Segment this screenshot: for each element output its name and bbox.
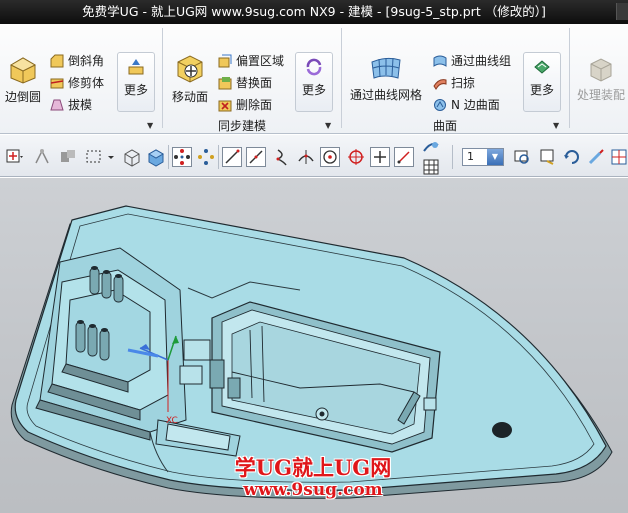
trim-body-icon (50, 78, 64, 88)
chamfer-icon (50, 54, 64, 67)
trim-body-label: 修剪体 (68, 76, 105, 90)
through-curve-mesh-icon (371, 57, 401, 79)
chamfer-label: 倒斜角 (68, 54, 105, 68)
selection-toolbar (0, 135, 628, 177)
view-fit-icon[interactable] (512, 147, 532, 167)
circle-target-icon[interactable] (346, 147, 366, 167)
chevron-down-icon[interactable]: ▼ (487, 149, 503, 165)
delete-face-label: 删除面 (236, 98, 273, 112)
cube-solid-icon[interactable] (146, 147, 166, 167)
surface-more-icon (534, 60, 550, 74)
cube-outline-icon[interactable] (122, 147, 142, 167)
layer-combo-value: 1 (467, 150, 474, 163)
watermark-url: www.9sug.com (243, 480, 383, 500)
toolbar-separator (452, 145, 453, 169)
view-zoom-icon[interactable] (538, 147, 558, 167)
offset-region-label: 偏置区域 (236, 54, 285, 68)
sync-group-expand-icon[interactable]: ▼ (325, 121, 331, 130)
swept-icon (433, 78, 447, 90)
replace-face-button[interactable]: 替换面 (218, 74, 272, 91)
through-curves-icon (433, 55, 447, 67)
move-face-button[interactable]: 移动面 (170, 52, 210, 105)
sync-more-button[interactable]: 更多 (295, 52, 333, 112)
graphics-viewport[interactable]: XC 学UG就上UG网 www.9sug.com (0, 178, 628, 513)
through-curves-button[interactable]: 通过曲线组 (433, 52, 511, 69)
snap-grid-icon[interactable] (196, 147, 216, 167)
edge-blend-icon (9, 57, 37, 84)
swept-button[interactable]: 扫掠 (433, 74, 475, 91)
surface-more-label: 更多 (529, 83, 554, 97)
sync-more-icon (306, 58, 322, 76)
watermark-title: 学UG就上UG网 (234, 455, 392, 480)
through-curve-mesh-button[interactable]: 通过曲线网格 (350, 54, 422, 103)
title-bar: 免费学UG - 就上UG网 www.9sug.com NX9 - 建模 - [9… (0, 0, 628, 24)
curve-icon[interactable] (272, 147, 292, 167)
tangent-icon[interactable] (296, 147, 316, 167)
layout-icon[interactable] (610, 147, 628, 167)
part-nav-icon[interactable] (58, 147, 78, 167)
n-sided-surface-button[interactable]: N 边曲面 (433, 96, 500, 113)
toolbar-separator (168, 145, 169, 169)
snap-points-icon[interactable] (172, 147, 192, 167)
move-face-label: 移动面 (171, 90, 208, 104)
draft-label: 拔模 (68, 98, 93, 112)
circle-center-icon[interactable] (320, 147, 340, 167)
feature-group-expand-icon[interactable]: ▼ (147, 121, 153, 130)
chamfer-button[interactable]: 倒斜角 (50, 52, 104, 69)
offset-region-button[interactable]: 偏置区域 (218, 52, 284, 69)
process-assembly-label: 处理装配 (576, 88, 625, 102)
diag-line-icon[interactable] (246, 147, 266, 167)
feature-more-label: 更多 (123, 83, 148, 97)
process-assembly-icon (590, 58, 612, 82)
plus-point-icon[interactable] (370, 147, 390, 167)
draft-button[interactable]: 拔模 (50, 96, 92, 113)
rotate-icon[interactable] (562, 147, 582, 167)
delete-face-button[interactable]: 删除面 (218, 96, 272, 113)
through-curves-label: 通过曲线组 (451, 54, 512, 68)
surface-more-button[interactable]: 更多 (523, 52, 561, 112)
swept-label: 扫掠 (451, 76, 476, 90)
edge-blend-label: 边倒圆 (4, 90, 41, 104)
rect-select-icon[interactable] (84, 147, 104, 167)
replace-face-label: 替换面 (236, 76, 273, 90)
rect-select-dropdown-icon[interactable] (106, 147, 116, 167)
window-title: 免费学UG - 就上UG网 www.9sug.com NX9 - 建模 - [9… (82, 4, 546, 19)
process-assembly-button[interactable]: 处理装配 (574, 54, 628, 103)
n-sided-surface-label: N 边曲面 (451, 98, 500, 112)
ribbon-separator (341, 28, 342, 128)
axis-label-x: XC (166, 416, 178, 426)
grid-icon[interactable] (423, 159, 439, 175)
n-sided-surface-icon (434, 98, 446, 111)
ribbon-separator (569, 28, 570, 128)
edge-blend-button[interactable]: 边倒圆 (4, 54, 42, 105)
sync-more-label: 更多 (301, 83, 326, 97)
ribbon-separator (162, 28, 163, 128)
draft-icon (50, 99, 64, 110)
through-curve-mesh-label: 通过曲线网格 (350, 88, 423, 102)
trim-body-button[interactable]: 修剪体 (50, 74, 104, 91)
move-face-icon (177, 55, 203, 83)
measure-icon[interactable] (421, 139, 441, 159)
feature-more-button[interactable]: 更多 (117, 52, 155, 112)
surface-group-label: 曲面 (433, 119, 458, 133)
select-filter-icon[interactable] (4, 147, 24, 167)
pen-line-icon[interactable] (394, 147, 414, 167)
surface-group-expand-icon[interactable]: ▼ (553, 121, 559, 130)
offset-region-icon (218, 54, 232, 67)
brush-icon[interactable] (586, 147, 606, 167)
window-control-button[interactable] (616, 3, 628, 20)
delete-face-icon (218, 100, 232, 111)
feature-more-icon (128, 59, 144, 75)
snap-icon[interactable] (32, 147, 52, 167)
sync-group-label: 同步建模 (218, 119, 267, 133)
replace-face-icon (218, 76, 232, 89)
toolbar-separator (218, 145, 219, 169)
layer-combo[interactable]: 1 ▼ (462, 148, 504, 166)
line-icon[interactable] (222, 147, 242, 167)
